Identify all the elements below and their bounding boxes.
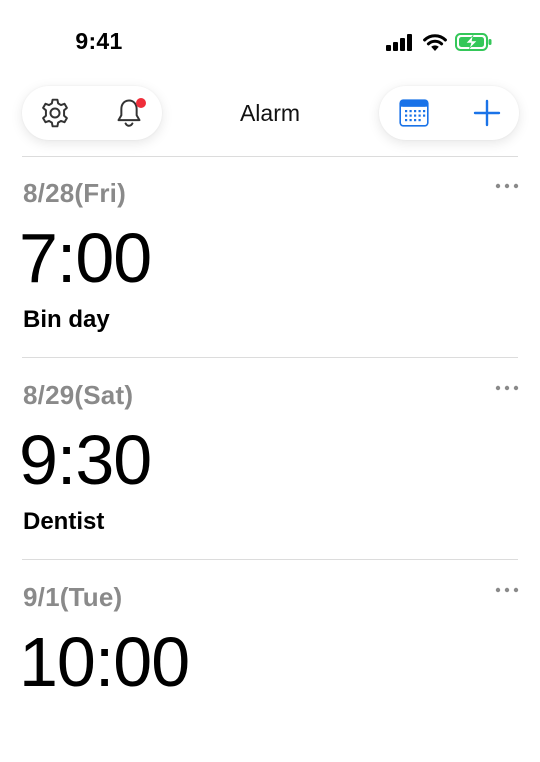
wifi-icon — [423, 34, 447, 51]
gear-icon — [42, 98, 68, 128]
more-options-button[interactable] — [490, 174, 524, 198]
add-alarm-button[interactable] — [454, 86, 520, 140]
cellular-signal-icon — [386, 34, 412, 51]
left-toolbar — [22, 86, 162, 140]
alarm-date: 9/1(Tue) — [23, 582, 123, 612]
calendar-icon — [399, 99, 429, 127]
alarm-time: 9:30 — [19, 421, 152, 499]
alarm-time: 7:00 — [19, 219, 152, 297]
more-options-button[interactable] — [490, 376, 524, 400]
alarm-date: 8/29(Sat) — [23, 380, 134, 410]
more-options-button[interactable] — [490, 578, 524, 602]
alarm-item[interactable]: 8/28(Fri) 7:00 Bin day — [0, 156, 540, 358]
alarm-label: Dentist — [23, 508, 105, 535]
battery-charging-icon — [455, 33, 492, 51]
more-icon — [495, 587, 519, 593]
calendar-view-button[interactable] — [381, 86, 447, 140]
settings-button[interactable] — [22, 86, 88, 140]
more-icon — [495, 183, 519, 189]
alarm-date: 8/28(Fri) — [23, 178, 126, 208]
right-toolbar — [379, 86, 519, 140]
status-time: 9:41 — [75, 28, 123, 54]
more-icon — [495, 385, 519, 391]
alarm-time: 10:00 — [19, 623, 190, 701]
notification-badge — [136, 98, 146, 108]
alarm-label: Bin day — [23, 306, 110, 333]
status-bar: 9:41 — [0, 0, 540, 80]
notifications-button[interactable] — [96, 86, 162, 140]
alarm-item[interactable]: 9/1(Tue) 10:00 — [0, 560, 540, 762]
plus-icon — [473, 99, 501, 127]
page-title: Alarm — [239, 100, 301, 126]
alarm-item[interactable]: 8/29(Sat) 9:30 Dentist — [0, 358, 540, 560]
navigation-bar: Alarm — [0, 80, 540, 150]
